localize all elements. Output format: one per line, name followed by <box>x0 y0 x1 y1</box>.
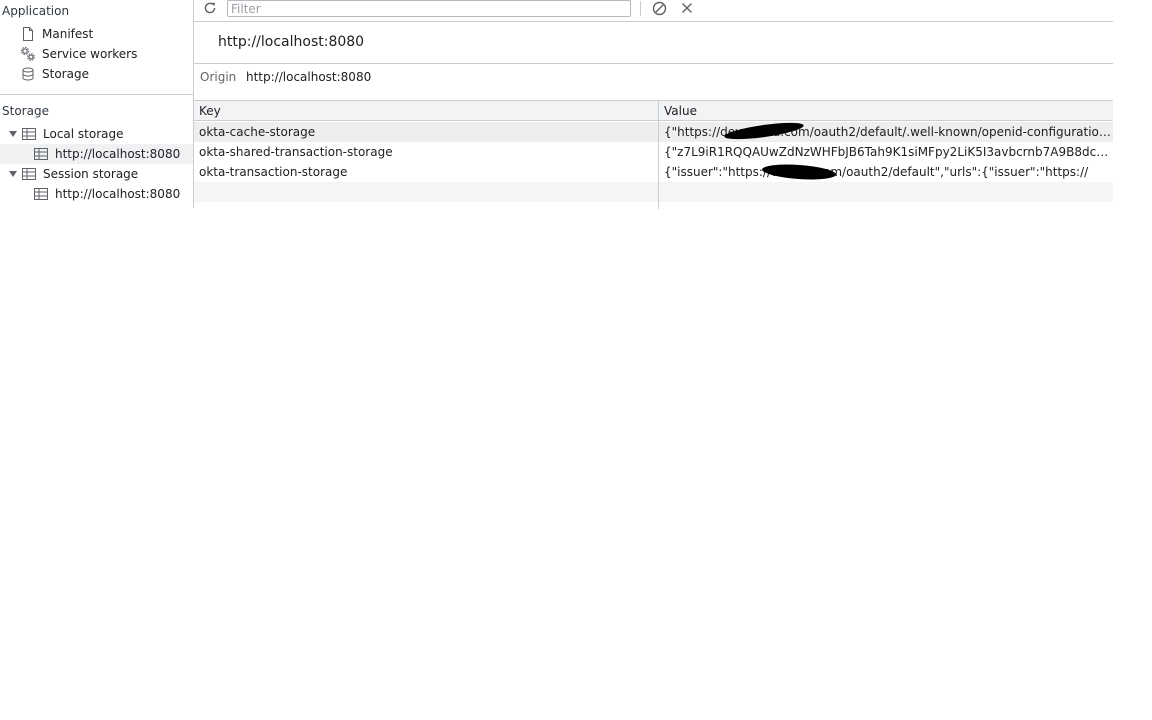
expand-triangle-icon[interactable] <box>9 131 17 137</box>
expand-triangle-icon[interactable] <box>9 171 17 177</box>
sidebar-divider <box>0 94 193 95</box>
table-row[interactable]: okta-cache-storage {"https://dev- .okta.… <box>194 119 1113 143</box>
sidebar-item-manifest[interactable]: Manifest <box>0 24 193 44</box>
table-icon <box>21 126 37 142</box>
sidebar: Application Manifest Service workers Sto… <box>0 0 194 208</box>
table-icon <box>21 166 37 182</box>
sidebar-item-local-storage-origin[interactable]: http://localhost:8080 <box>0 144 193 164</box>
row-value: {"https://dev- .okta.com/oauth2/default/… <box>664 125 1113 139</box>
empty-table-row <box>194 182 1113 202</box>
block-icon[interactable] <box>650 0 668 16</box>
application-section-title: Application <box>2 4 70 18</box>
sidebar-item-label: Local storage <box>43 127 124 141</box>
sidebar-item-label: http://localhost:8080 <box>55 187 181 201</box>
sidebar-item-session-storage-origin[interactable]: http://localhost:8080 <box>0 184 193 204</box>
sidebar-item-label: Session storage <box>43 167 139 181</box>
table-icon <box>33 186 49 202</box>
row-value: {"issuer":"https://d .okta.com/oauth2/de… <box>664 165 1089 179</box>
sidebar-item-label: Service workers <box>42 47 138 61</box>
origin-value: http://localhost:8080 <box>246 70 372 84</box>
storage-view: http://localhost:8080 Origin http://loca… <box>194 0 1113 209</box>
column-header-key[interactable]: Key <box>194 101 658 121</box>
divider <box>194 63 1113 64</box>
row-key: okta-shared-transaction-storage <box>199 145 393 159</box>
filter-input[interactable] <box>227 0 631 17</box>
table-row[interactable]: okta-shared-transaction-storage {"z7L9iR… <box>194 142 1113 162</box>
toolbar <box>194 0 1113 22</box>
row-value: {"z7L9iR1RQQAUwZdNzWHFbJB6Tah9K1siMFpy2L… <box>664 145 1113 159</box>
toolbar-separator <box>640 1 641 16</box>
storage-table: Key Value okta-cache-storage {"https://d… <box>194 100 1113 209</box>
origin-label: Origin <box>200 70 237 84</box>
table-row[interactable]: okta-transaction-storage {"issuer":"http… <box>194 162 1113 182</box>
row-key: okta-cache-storage <box>199 125 316 139</box>
database-icon <box>20 66 36 82</box>
sidebar-item-storage[interactable]: Storage <box>0 64 193 84</box>
sidebar-item-label: http://localhost:8080 <box>55 147 181 161</box>
close-icon[interactable] <box>678 0 696 16</box>
gears-icon <box>20 46 36 62</box>
row-key: okta-transaction-storage <box>199 165 348 179</box>
column-divider[interactable] <box>658 101 659 209</box>
table-icon <box>33 146 49 162</box>
sidebar-item-label: Manifest <box>42 27 94 41</box>
refresh-icon[interactable] <box>201 0 219 16</box>
column-header-value[interactable]: Value <box>659 101 1113 121</box>
sidebar-item-local-storage[interactable]: Local storage <box>0 124 193 144</box>
sidebar-item-label: Storage <box>42 67 89 81</box>
document-icon <box>20 26 36 42</box>
sidebar-item-session-storage[interactable]: Session storage <box>0 164 193 184</box>
sidebar-item-service-workers[interactable]: Service workers <box>0 44 193 64</box>
page-title: http://localhost:8080 <box>218 34 365 50</box>
storage-section-title: Storage <box>2 104 49 118</box>
